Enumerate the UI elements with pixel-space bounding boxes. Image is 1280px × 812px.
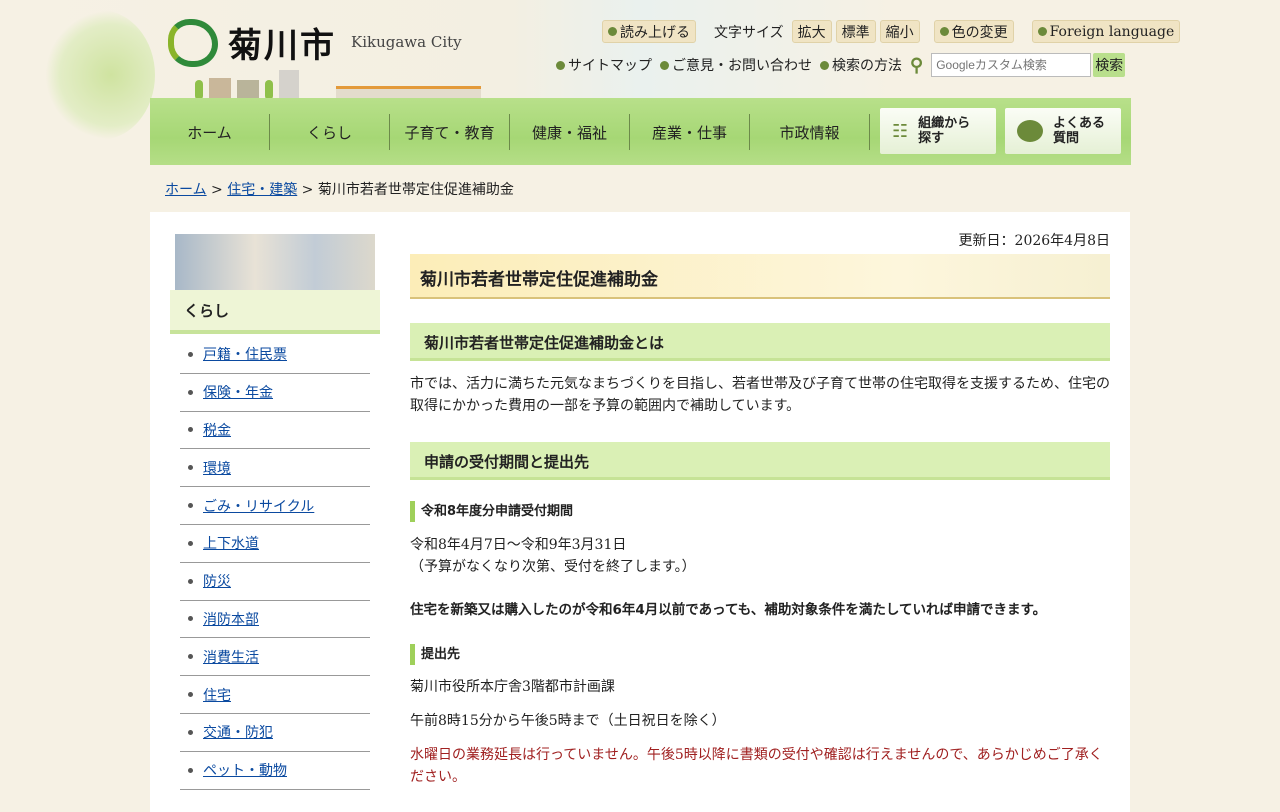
- site-logo[interactable]: 菊川市: [168, 18, 336, 67]
- search-input[interactable]: [931, 53, 1092, 77]
- faq-label: よくある質問: [1053, 116, 1106, 146]
- sidebar-link[interactable]: 税金: [203, 420, 231, 440]
- sidebar-link[interactable]: ごみ・リサイクル: [203, 496, 314, 516]
- logo-text: 菊川市: [228, 26, 336, 66]
- nav-city-info[interactable]: 市政情報: [750, 114, 870, 150]
- sidebar-item: 防災: [180, 563, 370, 601]
- sidebar-image: [175, 234, 375, 290]
- read-aloud-button[interactable]: 読み上げる: [602, 20, 696, 43]
- office-hours-text: 午前8時15分から午後5時まで（土日祝日を除く）: [410, 713, 726, 729]
- org-chart-icon: ☷: [892, 120, 909, 142]
- nav-home[interactable]: ホーム: [150, 114, 270, 150]
- search-button[interactable]: 検索: [1093, 53, 1126, 77]
- sidebar-link[interactable]: 住宅: [203, 685, 231, 705]
- font-large-button[interactable]: 拡大: [791, 20, 832, 43]
- breadcrumb-home[interactable]: ホーム: [165, 182, 207, 198]
- search-help-label: 検索の方法: [832, 58, 902, 74]
- logo-english: Kikugawa City: [351, 33, 462, 51]
- sitemap-link[interactable]: サイトマップ: [556, 55, 652, 75]
- faq-button[interactable]: よくある質問: [1005, 108, 1121, 154]
- sidebar-link[interactable]: 保険・年金: [203, 382, 273, 402]
- nav-industry-work[interactable]: 産業・仕事: [630, 114, 750, 150]
- bullet-icon: [660, 61, 669, 70]
- submit-to-text: 菊川市役所本庁舎3階都市計画課: [410, 679, 615, 695]
- sidebar-item: 消費生活: [180, 638, 370, 677]
- eligibility-notice: 住宅を新築又は購入したのが令和6年4月以前であっても、補助対象条件を満たしていれ…: [410, 602, 1047, 618]
- breadcrumb: ホーム > 住宅・建築 > 菊川市若者世帯定住促進補助金: [165, 182, 514, 198]
- bullet-icon: [939, 27, 949, 36]
- read-aloud-label: 読み上げる: [620, 24, 690, 41]
- chat-bubble-icon: [1017, 120, 1043, 142]
- sidebar-item: 環境: [180, 449, 370, 488]
- content-area: くらし 戸籍・住民票 保険・年金 税金 環境 ごみ・リサイクル 上下水道 防災 …: [150, 212, 1130, 812]
- warning-text: 水曜日の業務延長は行っていません。午後5時以降に書類の受付や確認は行えませんので…: [410, 747, 1103, 785]
- nav-health-welfare[interactable]: 健康・福祉: [510, 114, 630, 150]
- bullet-icon: [1037, 27, 1047, 36]
- bullet-icon: [556, 61, 565, 70]
- contact-label: ご意見・お問い合わせ: [672, 58, 812, 74]
- nav-childcare-education[interactable]: 子育て・教育: [390, 114, 510, 150]
- period-heading: 令和8年度分申請受付期間: [410, 501, 1110, 522]
- sidebar-item: 交通・防犯: [180, 714, 370, 752]
- search-help-link[interactable]: 検索の方法: [820, 55, 902, 75]
- font-size-label: 文字サイズ: [714, 24, 784, 41]
- updated-date: 更新日：2026年4月8日: [958, 233, 1110, 249]
- sidebar-item: 上下水道: [180, 525, 370, 563]
- section-heading-application: 申請の受付期間と提出先: [410, 442, 1110, 480]
- period-text: 令和8年4月7日～令和9年3月31日: [410, 537, 627, 553]
- sidebar-link[interactable]: 上下水道: [203, 533, 259, 553]
- sidebar-link[interactable]: 環境: [203, 458, 231, 478]
- org-search-label: 組織から探す: [918, 116, 971, 146]
- contact-link[interactable]: ご意見・お問い合わせ: [660, 55, 812, 75]
- sidebar-item: 戸籍・住民票: [180, 336, 370, 374]
- section-heading-about: 菊川市若者世帯定住促進補助金とは: [410, 323, 1110, 361]
- sidebar-link[interactable]: 交通・防犯: [203, 722, 273, 742]
- site-header: 菊川市 Kikugawa City 読み上げる 文字サイズ 拡大 標準 縮小 色…: [0, 0, 1280, 140]
- submit-heading: 提出先: [410, 644, 1110, 665]
- org-search-button[interactable]: ☷ 組織から探す: [880, 108, 996, 154]
- search-icon: ⚲: [910, 54, 924, 76]
- foreign-language-label: Foreign language: [1049, 23, 1175, 40]
- about-text: 市では、活力に満ちた元気なまちづくりを目指し、若者世帯及び子育て世帯の住宅取得を…: [410, 376, 1110, 414]
- sidebar-link[interactable]: 防災: [203, 571, 231, 591]
- font-small-button[interactable]: 縮小: [879, 20, 920, 43]
- sitemap-label: サイトマップ: [568, 58, 652, 74]
- breadcrumb-parent[interactable]: 住宅・建築: [227, 182, 297, 198]
- font-standard-button[interactable]: 標準: [835, 20, 876, 43]
- sidebar-menu: 戸籍・住民票 保険・年金 税金 環境 ごみ・リサイクル 上下水道 防災 消防本部…: [180, 336, 370, 790]
- leaf-decoration: [45, 10, 155, 140]
- sidebar-item: 税金: [180, 412, 370, 450]
- sidebar-item: ペット・動物: [180, 752, 370, 790]
- sidebar-item: 保険・年金: [180, 374, 370, 412]
- sidebar-title: くらし: [170, 290, 380, 334]
- sidebar-link[interactable]: 消費生活: [203, 647, 259, 667]
- foreign-language-button[interactable]: Foreign language: [1031, 20, 1181, 43]
- sidebar-link[interactable]: ペット・動物: [203, 760, 287, 780]
- period-note: （予算がなくなり次第、受付を終了します。）: [410, 559, 696, 575]
- city-emblem-icon: [168, 18, 218, 67]
- page-title: 菊川市若者世帯定住促進補助金: [410, 254, 1110, 299]
- sidebar-link[interactable]: 消防本部: [203, 609, 259, 629]
- color-change-label: 色の変更: [951, 24, 1008, 41]
- nav-living[interactable]: くらし: [270, 114, 390, 150]
- bullet-icon: [608, 27, 617, 36]
- sidebar-item: 消防本部: [180, 601, 370, 639]
- bullet-icon: [820, 61, 829, 70]
- breadcrumb-current: 菊川市若者世帯定住促進補助金: [317, 182, 514, 198]
- sidebar-item: 住宅: [180, 676, 370, 714]
- sidebar-link[interactable]: 戸籍・住民票: [203, 344, 287, 364]
- color-change-button[interactable]: 色の変更: [933, 20, 1014, 43]
- sidebar-item: ごみ・リサイクル: [180, 487, 370, 525]
- global-nav: ホーム くらし 子育て・教育 健康・福祉 産業・仕事 市政情報 ☷ 組織から探す …: [150, 98, 1131, 165]
